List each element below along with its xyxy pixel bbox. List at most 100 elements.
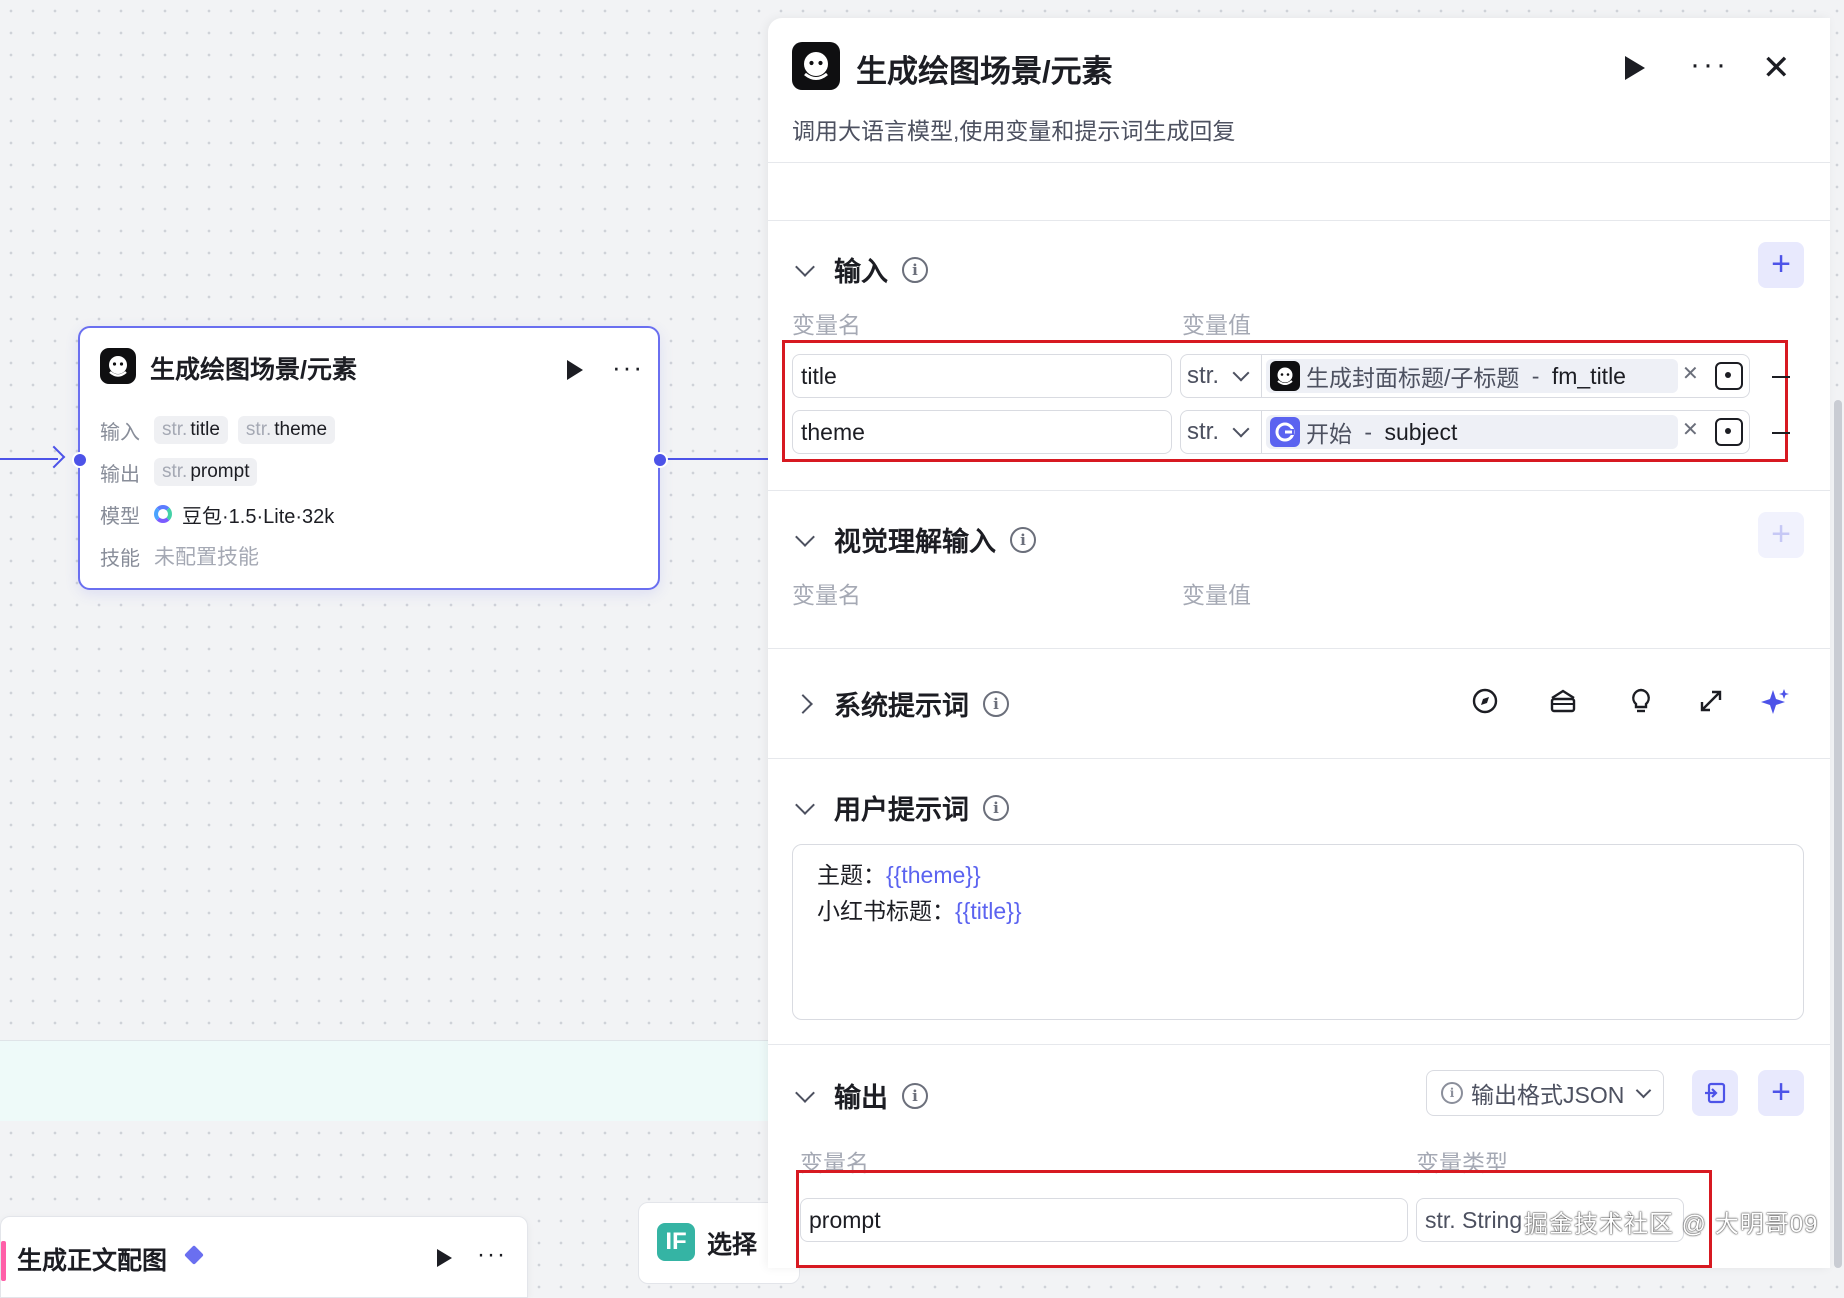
run-node-icon[interactable]	[567, 360, 583, 380]
variable-value-field[interactable]: 开始 - subject ✕	[1262, 410, 1750, 454]
node-avatar-icon	[792, 42, 840, 90]
library-icon[interactable]	[1546, 686, 1580, 723]
node-title: 生成正文配图	[17, 1247, 168, 1275]
input-chip: str. theme	[237, 416, 336, 444]
info-icon[interactable]: i	[902, 1082, 928, 1109]
output-chip: str. prompt	[154, 458, 258, 486]
output-variable-name-input[interactable]: prompt	[800, 1198, 1408, 1242]
variable-reference: {{theme}}	[886, 862, 981, 888]
image-node-card[interactable]: 生成正文配图 ···	[0, 1216, 528, 1298]
import-icon[interactable]	[1692, 1070, 1738, 1116]
type-select[interactable]: str.	[1180, 354, 1262, 398]
divider	[768, 1044, 1830, 1045]
node-title: 选择	[707, 1231, 758, 1259]
run-node-icon[interactable]	[437, 1249, 452, 1267]
clear-icon[interactable]: ✕	[1682, 361, 1699, 386]
expand-icon[interactable]	[1694, 686, 1728, 723]
chevron-down-icon[interactable]	[795, 794, 815, 815]
more-options-icon[interactable]: ···	[612, 352, 644, 383]
variable-reference: {{title}}	[955, 898, 1022, 924]
user-prompt-section-header[interactable]: 用户提示词 i	[794, 788, 1009, 827]
input-label: 输入	[100, 421, 140, 444]
divider	[768, 220, 1830, 221]
add-vision-input-button[interactable]: +	[1758, 512, 1804, 558]
more-options-icon[interactable]: ···	[477, 1241, 507, 1269]
chevron-down-icon[interactable]	[795, 1082, 815, 1103]
vision-section-header[interactable]: 视觉理解输入 i	[794, 520, 1036, 559]
lightbulb-icon[interactable]	[1624, 686, 1658, 723]
node-input-row: 输入 str. title str. theme	[100, 414, 336, 446]
variable-picker-icon[interactable]	[1715, 418, 1743, 446]
run-icon[interactable]	[1625, 56, 1645, 80]
compass-icon[interactable]	[1468, 686, 1502, 723]
reference-tag[interactable]: 开始 - subject	[1266, 415, 1678, 449]
sparkle-icon[interactable]	[1758, 686, 1792, 725]
node-avatar-icon	[100, 348, 136, 384]
model-name: 豆包·1.5·Lite·32k	[182, 505, 335, 528]
prompt-line: 小红书标题：{{title}}	[817, 898, 1022, 924]
variable-picker-icon[interactable]	[1715, 362, 1743, 390]
clear-icon[interactable]: ✕	[1682, 417, 1699, 442]
variable-name-input[interactable]: title	[792, 354, 1172, 398]
input-section-header[interactable]: 输入 i	[794, 250, 928, 289]
panel-scrollbar[interactable]	[1834, 400, 1842, 1268]
if-icon: IF	[657, 1223, 695, 1261]
node-config-panel: 生成绘图场景/元素 ··· ✕ 调用大语言模型,使用变量和提示词生成回复 输入 …	[768, 18, 1830, 1268]
chevron-right-icon[interactable]	[793, 693, 813, 714]
divider	[768, 490, 1830, 491]
node-skill-row: 技能 未配置技能	[100, 540, 259, 572]
skill-value: 未配置技能	[154, 546, 259, 569]
add-output-button[interactable]: +	[1758, 1070, 1804, 1116]
chevron-down-icon[interactable]	[795, 256, 815, 277]
add-input-button[interactable]: +	[1758, 242, 1804, 288]
node-title: 生成绘图场景/元素	[150, 356, 357, 384]
panel-title[interactable]: 生成绘图场景/元素	[856, 46, 1113, 91]
remove-row-icon[interactable]	[1772, 376, 1790, 378]
section-title: 视觉理解输入	[834, 527, 996, 557]
reference-tag[interactable]: 生成封面标题/子标题 - fm_title	[1266, 359, 1678, 393]
section-title: 用户提示词	[834, 795, 969, 825]
outgoing-edge	[662, 458, 768, 460]
section-title: 系统提示词	[834, 691, 969, 721]
divider	[768, 162, 1830, 163]
badge-icon	[184, 1245, 204, 1265]
group-band	[0, 1040, 768, 1121]
output-port[interactable]	[652, 452, 668, 468]
chevron-down-icon	[1232, 364, 1250, 382]
divider	[768, 648, 1830, 649]
node-avatar-icon	[1270, 361, 1300, 391]
info-icon[interactable]: i	[983, 690, 1009, 717]
output-format-select[interactable]: i 输出格式JSON	[1426, 1070, 1665, 1116]
user-prompt-editor[interactable]: 主题：{{theme}} 小红书标题：{{title}}	[792, 844, 1804, 1020]
info-icon[interactable]: i	[902, 256, 928, 283]
panel-description[interactable]: 调用大语言模型,使用变量和提示词生成回复	[792, 112, 1235, 146]
divider	[768, 758, 1830, 759]
llm-node-card[interactable]: 生成绘图场景/元素 ··· 输入 str. title str. theme 输出 …	[78, 326, 660, 590]
variable-name-input[interactable]: theme	[792, 410, 1172, 454]
watermark: 掘金技术社区 @ 大明哥09	[1524, 1211, 1819, 1238]
variable-value-field[interactable]: 生成封面标题/子标题 - fm_title ✕	[1262, 354, 1750, 398]
input-port[interactable]	[72, 452, 88, 468]
info-icon[interactable]: i	[983, 794, 1009, 821]
more-options-icon[interactable]: ···	[1690, 48, 1729, 82]
system-prompt-section-header[interactable]: 系统提示词 i	[793, 684, 1009, 723]
column-label-name: 变量名	[792, 312, 861, 338]
skill-label: 技能	[100, 547, 140, 570]
output-section-header[interactable]: 输出 i	[794, 1076, 928, 1115]
remove-row-icon[interactable]	[1772, 432, 1790, 434]
output-label: 输出	[100, 463, 140, 486]
column-label-value: 变量值	[1182, 582, 1251, 608]
node-model-row: 模型 豆包·1.5·Lite·32k	[100, 498, 334, 530]
section-title: 输出	[834, 1083, 888, 1113]
column-label-value: 变量值	[1182, 312, 1251, 338]
type-select[interactable]: str.	[1180, 410, 1262, 454]
chevron-down-icon[interactable]	[795, 526, 815, 547]
model-logo-icon	[154, 505, 172, 523]
section-title: 输入	[834, 257, 888, 287]
close-icon[interactable]: ✕	[1762, 48, 1791, 88]
info-icon[interactable]: i	[1010, 526, 1036, 553]
chevron-down-icon	[1232, 420, 1250, 438]
prompt-line: 主题：{{theme}}	[817, 862, 981, 888]
node-output-row: 输出 str. prompt	[100, 456, 258, 488]
model-label: 模型	[100, 505, 140, 528]
